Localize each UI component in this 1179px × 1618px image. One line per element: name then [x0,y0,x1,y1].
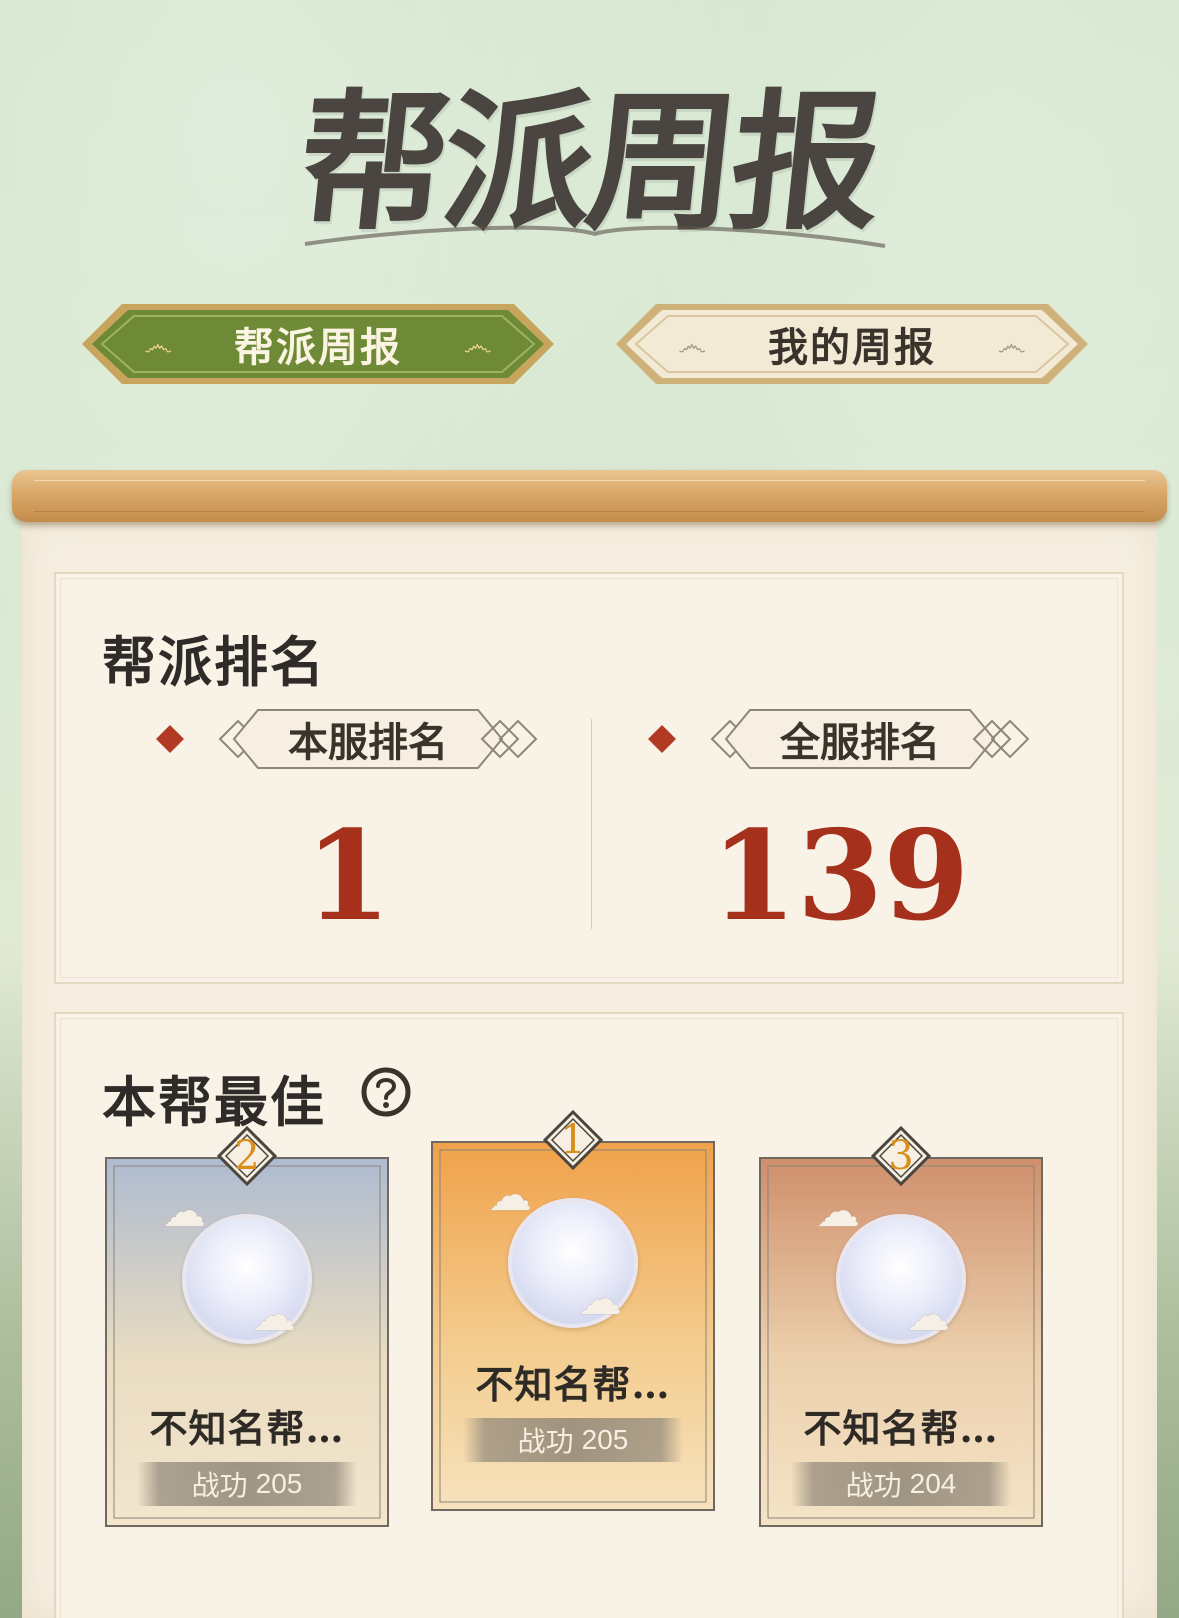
scroll-rod [12,470,1167,522]
guild-ranking-title: 帮派排名 [102,630,326,694]
best-card-1[interactable]: 1 ☁ ☁ 不知名帮… 战功 205 [428,1110,718,1514]
global-rank-label: 全服排名 [780,719,940,766]
global-rank-header: 全服排名 [640,704,1040,774]
tab-guild-weekly[interactable]: ෴ 帮派周报 ෴ [78,298,558,390]
member-score: 战功 205 [463,1418,683,1462]
swirl-right-icon: ෴ [463,328,492,363]
member-score: 战功 204 [791,1462,1011,1506]
rank-divider [591,719,592,929]
member-name: 不知名帮… [149,1406,345,1451]
question-icon[interactable] [358,1064,414,1120]
rank-badge-number: 1 [560,1117,586,1163]
swirl-right-icon: ෴ [997,328,1026,363]
global-rank-value: 139 [710,804,970,949]
guild-ranking-panel: 帮派排名 本服排名 1 全服排名 139 [54,572,1124,984]
cloud-icon: ☁ [252,1290,296,1341]
local-rank-label: 本服排名 [288,719,448,766]
score-value: 204 [909,1468,957,1499]
rank-badge-number: 3 [888,1133,914,1179]
local-rank-header: 本服排名 [148,704,548,774]
tab-mine-label: 我的周报 [768,324,936,371]
swirl-left-icon: ෴ [678,328,707,363]
tab-my-weekly[interactable]: ෴ 我的周报 ෴ [612,298,1092,390]
member-name: 不知名帮… [803,1406,999,1451]
local-rank: 本服排名 1 [148,704,628,954]
guild-best-panel: 本帮最佳 2 ☁ ☁ 不知名帮… 战功 205 1 ☁ ☁ 不知名帮… 战功 2… [54,1012,1124,1618]
cloud-icon: ☁ [906,1290,950,1341]
cloud-icon: ☁ [578,1274,622,1325]
cloud-icon: ☁ [488,1170,532,1221]
rank-badge-number: 2 [234,1133,260,1179]
swirl-left-icon: ෴ [144,328,173,363]
member-name: 不知名帮… [475,1362,671,1407]
score-value: 205 [581,1424,629,1455]
best-card-3[interactable]: 3 ☁ ☁ 不知名帮… 战功 204 [756,1126,1046,1530]
global-rank: 全服排名 139 [640,704,1120,954]
guild-best-title: 本帮最佳 [102,1070,326,1134]
score-label: 战功 [517,1426,574,1457]
score-label: 战功 [191,1470,248,1501]
best-card-2[interactable]: 2 ☁ ☁ 不知名帮… 战功 205 [102,1126,392,1530]
cloud-icon: ☁ [162,1186,206,1237]
tab-guild-label: 帮派周报 [234,324,402,371]
local-rank-value: 1 [304,804,392,949]
score-value: 205 [255,1468,303,1499]
page-title: 帮派周报 [0,30,1179,270]
member-score: 战功 205 [137,1462,357,1506]
brush-stroke [304,225,886,248]
score-label: 战功 [845,1470,902,1501]
cloud-icon: ☁ [816,1186,860,1237]
